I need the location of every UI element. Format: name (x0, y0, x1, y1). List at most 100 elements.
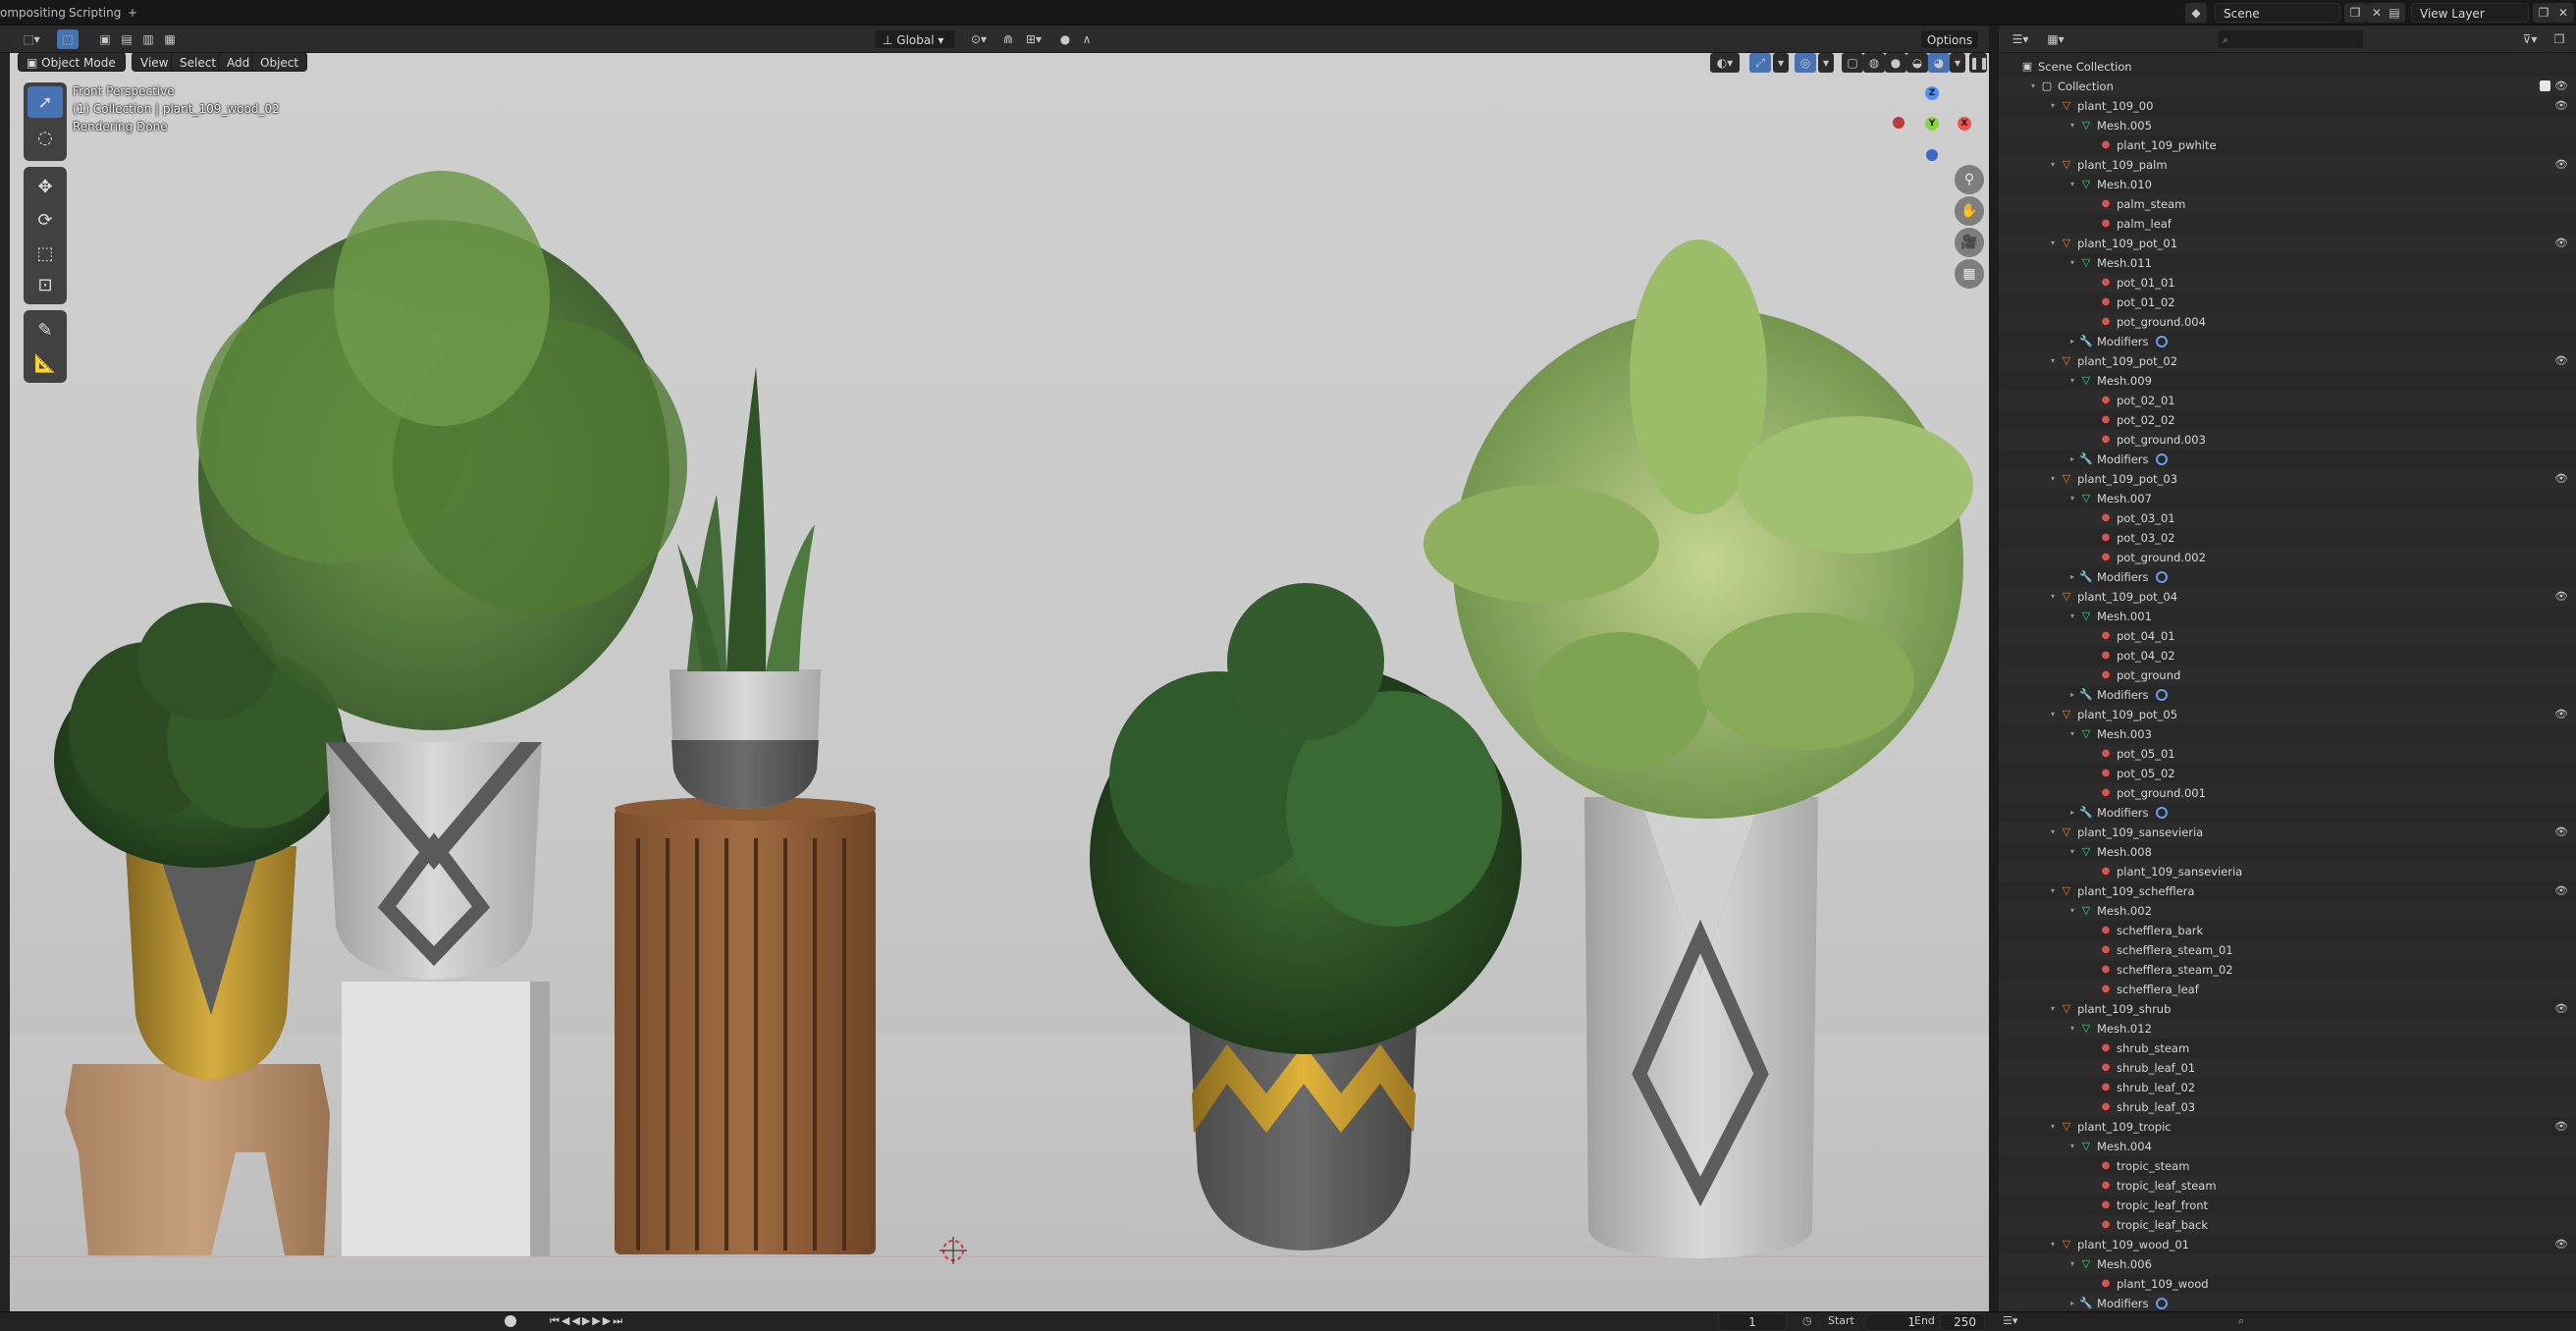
outliner-material-row[interactable]: ● pot_01_01 (1999, 273, 2576, 293)
overlay-toggle-icon[interactable]: ◎ (1795, 53, 1816, 73)
visibility-eye-icon[interactable]: 👁 (2554, 1238, 2568, 1251)
gizmo-z-axis[interactable]: Z (1925, 86, 1939, 100)
expand-arrow-down-icon[interactable]: ▾ (2048, 881, 2058, 901)
outliner-modifiers-row[interactable]: ▸ 🔧 Modifiers (1999, 1294, 2576, 1311)
pan-hand-icon[interactable]: ✋ (1955, 196, 1984, 226)
menu-object[interactable]: Object (251, 53, 308, 72)
gizmo-neg-x-axis[interactable] (1893, 117, 1905, 129)
outliner-object-row[interactable]: ▾ ▽ plant_109_pot_02 👁 (1999, 351, 2576, 371)
outliner-mesh-row[interactable]: ▾ ▽ Mesh.002 (1999, 901, 2576, 921)
shading-rendered-icon[interactable]: ◕ (1928, 53, 1950, 73)
view-layer-field[interactable]: View Layer (2411, 3, 2529, 23)
gizmo-neg-z-axis[interactable] (1926, 149, 1938, 161)
outliner-object-row[interactable]: ▾ ▽ plant_109_00 👁 (1999, 96, 2576, 116)
outliner-object-row[interactable]: ▾ ▽ plant_109_pot_05 👁 (1999, 705, 2576, 724)
visibility-eye-icon[interactable]: 👁 (2554, 825, 2568, 839)
select-mode-subtract-icon[interactable]: ▥ (137, 29, 159, 49)
expand-arrow-down-icon[interactable]: ▾ (2067, 842, 2077, 862)
outliner-material-row[interactable]: ● pot_04_02 (1999, 646, 2576, 666)
outliner-material-row[interactable]: ● schefflera_steam_02 (1999, 960, 2576, 980)
annotate-tool-icon[interactable]: ✎ (27, 314, 63, 346)
expand-arrow-down-icon[interactable]: ▾ (2067, 175, 2077, 194)
current-frame-field[interactable]: 1 (1718, 1313, 1787, 1331)
outliner-modifiers-row[interactable]: ▸ 🔧 Modifiers (1999, 450, 2576, 469)
area-divider[interactable] (1989, 26, 1999, 1311)
workspace-tab-scripting[interactable]: Scripting (69, 4, 121, 22)
visibility-eye-icon[interactable]: 👁 (2554, 472, 2568, 486)
outliner-material-row[interactable]: ● pot_ground.002 (1999, 548, 2576, 567)
shading-solid-icon[interactable]: ● (1885, 53, 1906, 73)
zoom-icon[interactable]: ⚲ (1955, 165, 1984, 194)
expand-arrow-down-icon[interactable]: ▾ (2048, 587, 2058, 607)
outliner-material-row[interactable]: ● tropic_steam (1999, 1156, 2576, 1176)
snap-target-icon[interactable]: ⊞▾ (1019, 29, 1048, 49)
overlay-menu-icon[interactable]: ▾ (1818, 53, 1834, 73)
expand-arrow-right-icon[interactable]: ▸ (2067, 332, 2077, 351)
outliner-material-row[interactable]: ● plant_109_sansevieria (1999, 862, 2576, 881)
expand-arrow-right-icon[interactable]: ▸ (2067, 567, 2077, 587)
select-mode-extend-icon[interactable]: ▤ (116, 29, 137, 49)
workspace-tab-compositing[interactable]: ompositing (0, 4, 66, 22)
3d-cursor[interactable] (939, 1237, 967, 1264)
cursor-tool-icon[interactable]: ◌ (27, 122, 63, 153)
outliner-modifiers-row[interactable]: ▸ 🔧 Modifiers (1999, 567, 2576, 587)
delete-view-layer-icon[interactable]: ✕ (2552, 3, 2574, 23)
outliner-mesh-row[interactable]: ▾ ▽ Mesh.007 (1999, 489, 2576, 508)
move-tool-icon[interactable]: ✥ (27, 171, 63, 202)
outliner-material-row[interactable]: ● plant_109_pwhite (1999, 135, 2576, 155)
gizmo-toggle-icon[interactable]: ⤢ (1749, 53, 1771, 73)
outliner-material-row[interactable]: ● palm_steam (1999, 194, 2576, 214)
visibility-eye-icon[interactable]: 👁 (2554, 99, 2568, 113)
visibility-eye-icon[interactable]: 👁 (2554, 884, 2568, 898)
camera-view-icon[interactable]: 🎥 (1955, 228, 1984, 257)
expand-arrow-right-icon[interactable]: ▸ (2067, 685, 2077, 705)
outliner-material-row[interactable]: ● pot_02_02 (1999, 410, 2576, 430)
proportional-edit-icon[interactable]: ● (1054, 29, 1076, 49)
outliner-mesh-row[interactable]: ▾ ▽ Mesh.008 (1999, 842, 2576, 862)
outliner-material-row[interactable]: ● pot_02_01 (1999, 391, 2576, 410)
new-scene-icon[interactable]: ❐ (2344, 3, 2366, 23)
visibility-icon[interactable]: ◐▾ (1710, 53, 1740, 73)
add-workspace-button[interactable]: + (128, 4, 137, 22)
expand-arrow-down-icon[interactable]: ▾ (2048, 351, 2058, 371)
outliner-search-input[interactable] (2217, 29, 2364, 49)
expand-arrow-down-icon[interactable]: ▾ (2067, 253, 2077, 273)
menu-select[interactable]: Select (171, 53, 226, 72)
outliner-mesh-row[interactable]: ▾ ▽ Mesh.004 (1999, 1137, 2576, 1156)
outliner-material-row[interactable]: ● tropic_leaf_steam (1999, 1176, 2576, 1196)
outliner-mesh-row[interactable]: ▾ ▽ Mesh.003 (1999, 724, 2576, 744)
expand-arrow-down-icon[interactable]: ▾ (2048, 234, 2058, 253)
pivot-point-icon[interactable]: ⊙▾ (964, 29, 993, 49)
outliner-object-row[interactable]: ▾ ▽ plant_109_wood_01 👁 (1999, 1235, 2576, 1254)
expand-arrow-down-icon[interactable]: ▾ (2067, 901, 2077, 921)
expand-arrow-right-icon[interactable]: ▸ (2067, 450, 2077, 469)
expand-arrow-right-icon[interactable]: ▸ (2067, 1294, 2077, 1311)
filter-icon[interactable]: ⊽▾ (2515, 29, 2545, 49)
view-layer-icon[interactable]: ▤ (2384, 3, 2405, 23)
expand-arrow-down-icon[interactable]: ▾ (2048, 1235, 2058, 1254)
outliner-material-row[interactable]: ● pot_04_01 (1999, 626, 2576, 646)
expand-arrow-down-icon[interactable]: ▾ (2048, 469, 2058, 489)
outliner-object-row[interactable]: ▾ ▽ plant_109_shrub 👁 (1999, 999, 2576, 1019)
modifier-settings-icon[interactable] (2156, 807, 2168, 819)
shading-wireframe-icon[interactable]: ◍ (1863, 53, 1885, 73)
visibility-eye-icon[interactable]: 👁 (2554, 708, 2568, 721)
3d-viewport[interactable]: ▣ Object Mode ▾ View Select Add Object ◐… (10, 53, 1989, 1311)
transform-tool-icon[interactable]: ⊡ (27, 269, 63, 300)
modifier-settings-icon[interactable] (2156, 689, 2168, 701)
new-collection-icon[interactable]: ❐ (2549, 29, 2570, 49)
visibility-eye-icon[interactable]: 👁 (2554, 590, 2568, 604)
select-mode-intersect-icon[interactable]: ▦ (159, 29, 181, 49)
outliner-material-row[interactable]: ● schefflera_bark (1999, 921, 2576, 940)
gizmo-y-axis[interactable]: Y (1925, 117, 1939, 131)
select-tool-icon[interactable]: ⬚ (57, 29, 79, 49)
outliner-scene-row[interactable]: ▣ Scene Collection (1999, 57, 2576, 77)
expand-arrow-down-icon[interactable]: ▾ (2067, 116, 2077, 135)
expand-arrow-down-icon[interactable]: ▾ (2067, 371, 2077, 391)
scene-selector-icon[interactable]: ◆ (2185, 3, 2207, 23)
record-icon[interactable] (505, 1315, 516, 1327)
expand-arrow-down-icon[interactable]: ▾ (2048, 705, 2058, 724)
outliner-modifiers-row[interactable]: ▸ 🔧 Modifiers (1999, 332, 2576, 351)
modifier-settings-icon[interactable] (2156, 571, 2168, 583)
outliner-collection-row[interactable]: ▾ ▢ Collection 👁 (1999, 77, 2576, 96)
